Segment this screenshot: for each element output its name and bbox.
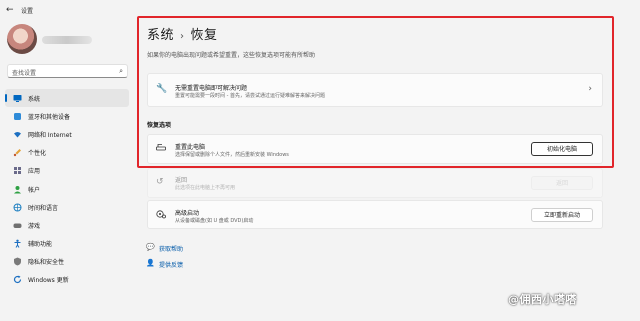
advanced-startup-subtitle: 从设备或磁盘(如 U 盘或 DVD)启动: [175, 218, 254, 224]
apps-icon: [13, 166, 22, 175]
sidebar-item-label: 时间和语言: [28, 204, 59, 212]
sidebar-item-time-language[interactable]: 时间和语言: [5, 198, 129, 216]
sidebar-nav: 系统 蓝牙和其他设备 网络和 Internet 个性化 应用 帐户 时间和语言 …: [5, 89, 129, 289]
monitor-icon: [13, 94, 22, 103]
sidebar-item-label: 网络和 Internet: [28, 131, 72, 139]
advanced-startup-title: 高级启动: [175, 210, 200, 217]
advanced-startup-card: 高级启动 从设备或磁盘(如 U 盘或 DVD)启动 立即重新启动: [147, 200, 603, 229]
sidebar-item-label: 游戏: [28, 222, 41, 230]
sidebar-item-privacy[interactable]: 隐私和安全性: [5, 253, 129, 271]
sidebar-item-label: Windows 更新: [28, 277, 69, 285]
feedback-icon: 👤: [146, 259, 155, 267]
gamepad-icon: [13, 221, 22, 230]
sidebar-item-gaming[interactable]: 游戏: [5, 216, 129, 234]
wifi-icon: [13, 130, 22, 139]
sidebar-item-system[interactable]: 系统: [5, 89, 129, 108]
sidebar-item-personalization[interactable]: 个性化: [5, 144, 129, 162]
sidebar-item-bluetooth[interactable]: 蓝牙和其他设备: [5, 107, 129, 125]
search-input[interactable]: 查找设置 ⌕: [7, 64, 128, 78]
sidebar-item-label: 个性化: [28, 150, 47, 158]
user-name-redacted: [42, 36, 92, 44]
sidebar-item-label: 应用: [28, 168, 41, 176]
accessibility-icon: [13, 239, 22, 248]
bluetooth-icon: [13, 112, 22, 121]
search-placeholder: 查找设置: [12, 70, 37, 77]
sidebar-item-accessibility[interactable]: 辅助功能: [5, 235, 129, 253]
go-back-subtitle: 此选项在此电脑上不再可用: [175, 185, 236, 191]
history-icon: ↺: [156, 177, 164, 187]
sidebar-item-accounts[interactable]: 帐户: [5, 180, 129, 198]
get-help-link[interactable]: 获取帮助: [159, 244, 183, 253]
search-icon[interactable]: ⌕: [119, 67, 123, 76]
sidebar-item-windows-update[interactable]: Windows 更新: [5, 271, 129, 289]
advanced-startup-icon: [156, 209, 166, 222]
go-back-title: 返回: [175, 177, 188, 184]
person-icon: [13, 185, 22, 194]
sidebar-item-label: 系统: [28, 95, 41, 103]
globe-icon: [13, 203, 22, 212]
avatar[interactable]: [7, 24, 37, 54]
sidebar-item-apps[interactable]: 应用: [5, 162, 129, 180]
go-back-button: 返回: [531, 176, 593, 190]
update-icon: [13, 275, 22, 284]
shield-icon: [13, 257, 22, 266]
sidebar-item-label: 隐私和安全性: [28, 259, 65, 267]
back-arrow-icon[interactable]: ←: [6, 5, 14, 15]
sidebar-item-label: 辅助功能: [28, 241, 53, 249]
give-feedback-link[interactable]: 提供反馈: [159, 260, 183, 269]
sidebar-item-label: 蓝牙和其他设备: [28, 113, 71, 121]
brush-icon: [13, 148, 22, 157]
watermark: @佣西小嗒嗒: [508, 293, 577, 306]
sidebar-item-network[interactable]: 网络和 Internet: [5, 125, 129, 143]
go-back-card: ↺ 返回 此选项在此电脑上不再可用 返回: [147, 168, 603, 198]
restart-now-button[interactable]: 立即重新启动: [531, 208, 593, 222]
sidebar-item-label: 帐户: [28, 186, 41, 194]
app-title: 设置: [21, 8, 34, 15]
help-chat-icon: 💬: [146, 243, 155, 251]
highlight-annotation-box: [137, 16, 614, 168]
